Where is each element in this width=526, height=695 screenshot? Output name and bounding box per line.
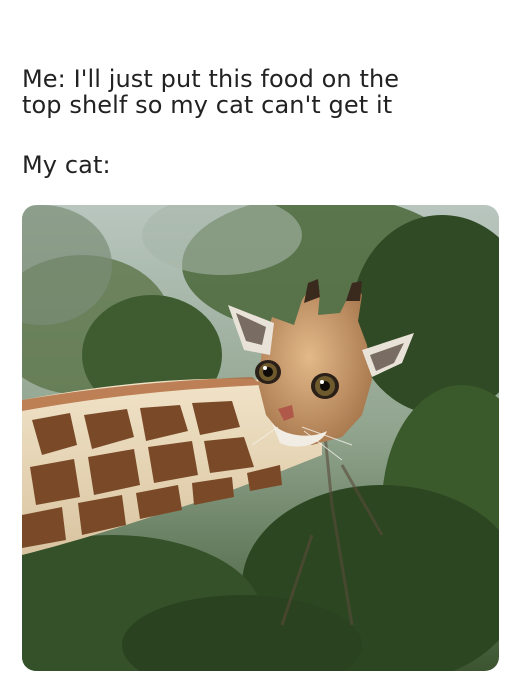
meme-setup-text: Me: I'll just put this food on the top s… [22, 66, 502, 118]
giraffe-cat-illustration [22, 205, 499, 671]
meme-punchline-text: My cat: [22, 151, 111, 179]
meme-photo [22, 205, 499, 671]
setup-line-2: top shelf so my cat can't get it [22, 91, 393, 119]
setup-line-1: Me: I'll just put this food on the [22, 65, 400, 93]
